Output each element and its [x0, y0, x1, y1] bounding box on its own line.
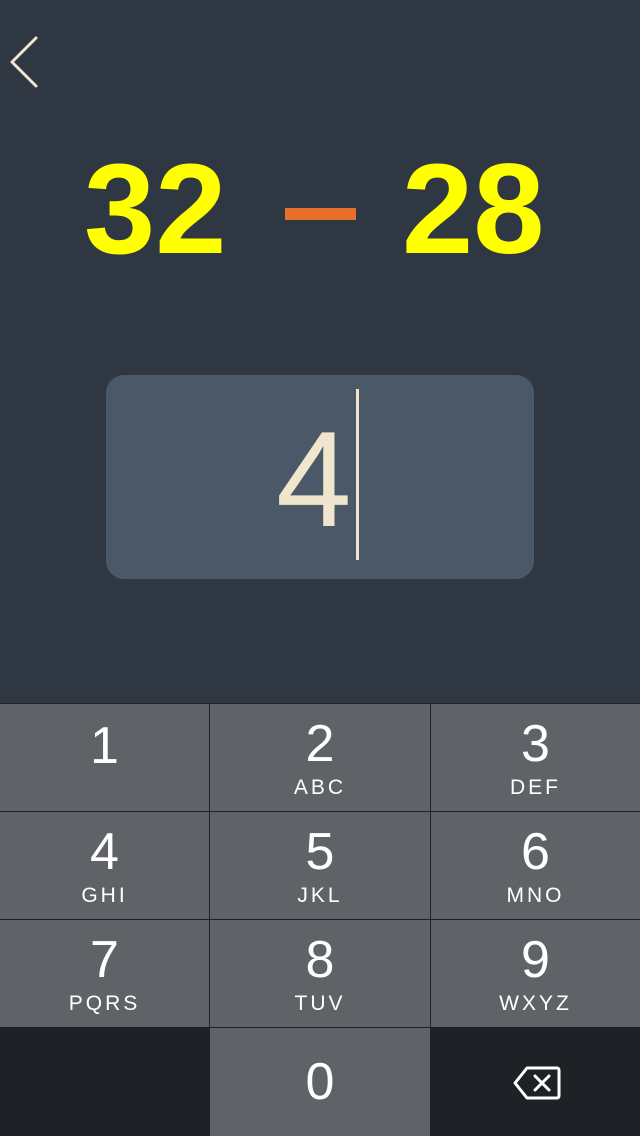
key-4[interactable]: 4 GHI — [0, 812, 209, 919]
key-letters: DEF — [510, 776, 561, 799]
key-letters: WXYZ — [499, 992, 572, 1015]
key-6[interactable]: 6 MNO — [431, 812, 640, 919]
key-letters: GHI — [81, 884, 128, 907]
left-operand: 32 — [84, 138, 227, 281]
key-digit: 3 — [521, 715, 550, 773]
numeric-keypad: 1 2 ABC 3 DEF 4 GHI 5 JKL 6 MNO 7 PQRS 8… — [0, 703, 640, 1136]
key-0[interactable]: 0 — [210, 1028, 430, 1136]
back-button[interactable] — [0, 22, 60, 102]
key-5[interactable]: 5 JKL — [210, 812, 430, 919]
right-operand: 28 — [402, 138, 545, 281]
key-letters: MNO — [506, 884, 565, 907]
key-digit: 9 — [521, 931, 550, 989]
key-1[interactable]: 1 — [0, 704, 209, 811]
key-letters: TUV — [294, 992, 346, 1015]
key-digit: 6 — [521, 823, 550, 881]
key-9[interactable]: 9 WXYZ — [431, 920, 640, 1027]
text-cursor — [356, 389, 359, 560]
key-digit: 8 — [305, 931, 335, 989]
answer-value: 4 — [276, 403, 352, 555]
key-8[interactable]: 8 TUV — [210, 920, 430, 1027]
key-digit: 1 — [90, 717, 119, 775]
backspace-icon — [513, 1066, 561, 1100]
key-letters: ABC — [293, 776, 347, 799]
key-digit: 7 — [90, 931, 119, 989]
key-digit: 2 — [305, 715, 335, 773]
minus-operator — [285, 208, 356, 220]
key-3[interactable]: 3 DEF — [431, 704, 640, 811]
key-letters: JKL — [297, 884, 343, 907]
delete-key[interactable] — [431, 1028, 640, 1136]
key-digit: 0 — [305, 1053, 335, 1111]
key-empty — [0, 1028, 209, 1136]
key-7[interactable]: 7 PQRS — [0, 920, 209, 1027]
key-digit: 4 — [90, 823, 119, 881]
chevron-left-icon — [10, 36, 38, 88]
math-problem: 32 28 — [0, 140, 640, 280]
key-letters: PQRS — [68, 992, 141, 1015]
key-digit: 5 — [305, 823, 335, 881]
key-2[interactable]: 2 ABC — [210, 704, 430, 811]
